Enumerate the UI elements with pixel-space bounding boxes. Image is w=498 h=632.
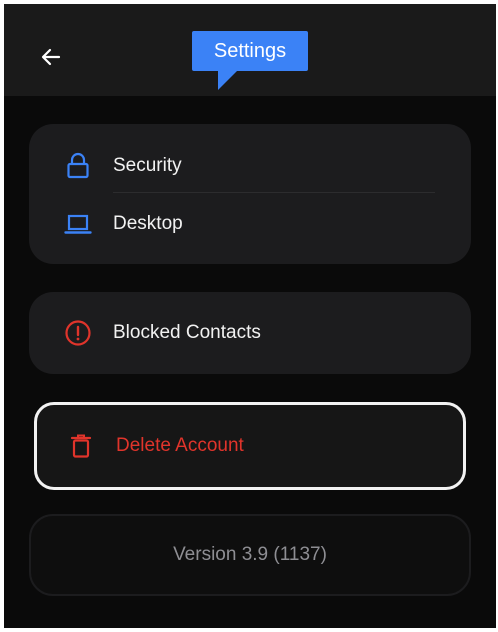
alert-circle-icon: [63, 318, 93, 348]
menu-item-desktop[interactable]: Desktop: [29, 207, 471, 241]
blocked-contacts-item[interactable]: Blocked Contacts: [29, 292, 471, 374]
trash-icon: [66, 431, 96, 461]
lock-icon: [63, 151, 93, 181]
arrow-left-icon: [41, 48, 61, 66]
version-card: Version 3.9 (1137): [29, 514, 471, 596]
settings-screen: Settings Security Desktop Blocked Contac…: [4, 4, 496, 628]
menu-item-security[interactable]: Security: [29, 149, 471, 183]
top-bar: Settings: [4, 4, 496, 96]
delete-account-label: Delete Account: [116, 435, 244, 456]
delete-account-button[interactable]: Delete Account: [34, 402, 466, 490]
blocked-contacts-row: Blocked Contacts: [29, 316, 471, 350]
title-bubble-tail: [218, 70, 238, 90]
version-text: Version 3.9 (1137): [173, 544, 327, 565]
settings-group: Security Desktop: [29, 124, 471, 264]
menu-item-label: Security: [113, 155, 182, 176]
back-button[interactable]: [34, 40, 68, 74]
laptop-icon: [63, 209, 93, 239]
blocked-contacts-label: Blocked Contacts: [113, 322, 261, 343]
page-title: Settings: [192, 31, 308, 71]
delete-account-row: Delete Account: [37, 429, 463, 463]
menu-item-label: Desktop: [113, 213, 183, 234]
divider: [113, 192, 435, 193]
